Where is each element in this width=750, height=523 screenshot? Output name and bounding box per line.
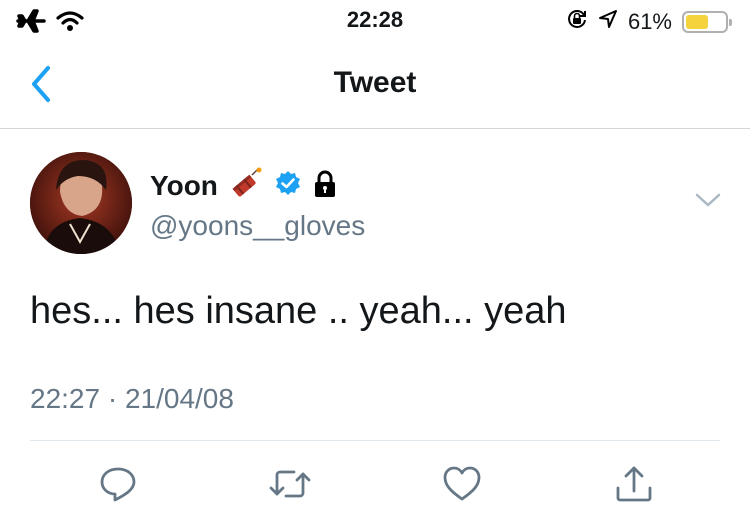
like-icon [443, 466, 481, 501]
reply-icon [100, 467, 136, 502]
firecracker-emoji [228, 167, 264, 206]
battery-tip [729, 18, 732, 26]
tweet-text: hes... hes insane .. yeah... yeah [30, 290, 567, 332]
battery-level [686, 14, 708, 29]
location-icon [598, 9, 618, 34]
share-button[interactable] [612, 462, 656, 506]
battery-icon [682, 10, 732, 33]
tweet-options-button[interactable] [694, 190, 722, 210]
author-name-row: Yoon [150, 167, 365, 206]
retweet-button[interactable] [268, 462, 312, 506]
tweet-actions [0, 462, 750, 506]
reply-button[interactable] [96, 462, 140, 506]
nav-bar: Tweet [0, 40, 750, 129]
verified-badge-icon [274, 170, 302, 203]
retweet-icon [269, 470, 311, 498]
like-button[interactable] [440, 462, 484, 506]
chevron-down-icon [695, 193, 721, 207]
page-title: Tweet [333, 66, 417, 99]
share-icon [616, 466, 652, 502]
tweet-author[interactable]: Yoon @yoons__gloves [150, 167, 366, 242]
display-name: Yoon [150, 170, 218, 201]
divider [30, 440, 720, 441]
author-handle: @yoons__gloves [150, 210, 366, 241]
battery-percent: 61% [627, 8, 672, 34]
lock-icon [312, 170, 338, 203]
status-bar: 22:28 61% [0, 0, 750, 40]
avatar[interactable] [30, 152, 132, 254]
orientation-lock-icon [566, 8, 588, 35]
tweet-timestamp: 22:27 · 21/04/08 [30, 383, 234, 414]
status-right: 61% [566, 8, 732, 35]
